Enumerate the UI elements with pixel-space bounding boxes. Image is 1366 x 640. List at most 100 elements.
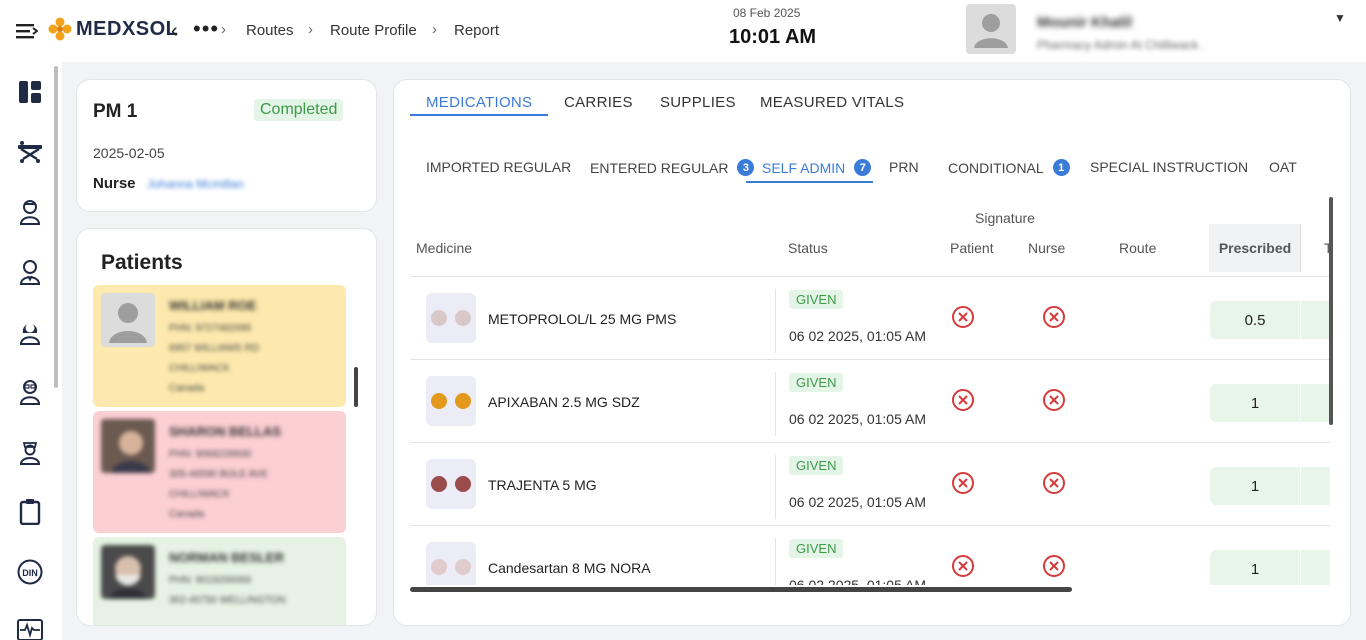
pill-icon xyxy=(431,393,447,409)
patients-card: Patients WILLIAM ROE PHN: 9727482095 695… xyxy=(76,228,377,626)
status-header: Status xyxy=(788,240,828,256)
svg-text:DIN: DIN xyxy=(22,568,38,578)
patient-country: Canada xyxy=(169,383,205,394)
brand-name: MEDXSOL xyxy=(76,17,179,40)
medications-panel: MEDICATIONS CARRIES SUPPLIES MEASURED VI… xyxy=(393,79,1351,626)
patients-scrollbar[interactable] xyxy=(354,367,358,407)
dashboard-icon[interactable] xyxy=(16,78,44,106)
subtab-imported-regular[interactable]: IMPORTED REGULAR xyxy=(426,159,571,175)
subtab-oat[interactable]: OAT xyxy=(1269,159,1297,175)
breadcrumb-separator: › xyxy=(308,21,313,38)
tab-medications[interactable]: MEDICATIONS xyxy=(426,94,532,111)
status-badge: Completed xyxy=(254,99,344,121)
pharmacist-icon[interactable] xyxy=(16,378,44,406)
subtab-conditional[interactable]: CONDITIONAL 1 xyxy=(948,159,1070,176)
din-icon[interactable]: DIN xyxy=(16,558,44,586)
user-avatar[interactable] xyxy=(966,4,1016,54)
patient-unsigned-icon xyxy=(952,306,974,328)
pill-image xyxy=(426,376,476,426)
subtab-label: IMPORTED REGULAR xyxy=(426,159,572,175)
cell-divider xyxy=(775,372,776,436)
table-row[interactable]: APIXABAN 2.5 MG SDZ GIVEN 06 02 2025, 01… xyxy=(410,360,1330,443)
breadcrumb-separator: › xyxy=(221,21,226,38)
tab-carries[interactable]: CARRIES xyxy=(564,94,633,111)
medicine-name: Candesartan 8 MG NORA xyxy=(488,560,651,576)
subtab-label: CONDITIONAL xyxy=(948,159,1044,176)
active-tab-indicator xyxy=(410,114,548,116)
pill-icon xyxy=(455,310,471,326)
status-given-badge: GIVEN xyxy=(789,456,844,475)
patient-name: SHARON BELLAS xyxy=(169,424,281,439)
patient-country: Canada xyxy=(169,509,205,520)
table-row[interactable]: TRAJENTA 5 MG GIVEN 06 02 2025, 01:05 AM… xyxy=(410,443,1330,526)
subtab-label: PRN xyxy=(889,159,919,175)
count-badge: 1 xyxy=(1052,159,1070,176)
breadcrumb-route-profile[interactable]: Route Profile xyxy=(330,22,417,39)
back-chevron-icon[interactable]: ‹ xyxy=(171,20,178,43)
patient-card[interactable]: SHARON BELLAS PHN: 9068229930 305-46590 … xyxy=(93,411,346,533)
patient-name: WILLIAM ROE xyxy=(169,298,257,313)
patient-name: NORMAN BESLER xyxy=(169,550,284,565)
patient-phn: PHN: 9727482095 xyxy=(169,323,252,334)
next-column-cell xyxy=(1301,384,1330,422)
current-time: 10:01 AM xyxy=(729,26,817,48)
table-row[interactable]: METOPROLOL/L 25 MG PMS GIVEN 06 02 2025,… xyxy=(410,277,1330,360)
top-bar: MEDXSOL ‹ ••• › Routes › Route Profile ›… xyxy=(0,0,1366,62)
breadcrumb-routes[interactable]: Routes xyxy=(246,22,294,39)
subtab-special-instruction[interactable]: SPECIAL INSTRUCTION xyxy=(1090,159,1248,175)
patient-unsigned-icon xyxy=(952,555,974,577)
count-badge: 3 xyxy=(737,159,755,176)
pill-image xyxy=(426,293,476,343)
patient-card[interactable]: NORMAN BESLER PHN: 9019200066 302-45750 … xyxy=(93,537,346,625)
vitals-monitor-icon[interactable] xyxy=(16,616,44,640)
breadcrumb-separator: › xyxy=(432,21,437,38)
prescribed-value: 0.5 xyxy=(1210,301,1300,339)
subtab-label: SPECIAL INSTRUCTION xyxy=(1090,159,1249,175)
user-icon[interactable] xyxy=(16,258,44,286)
doctor-icon[interactable] xyxy=(16,198,44,226)
patient-avatar xyxy=(101,293,155,347)
clipboard-icon[interactable] xyxy=(16,498,44,526)
status-given-badge: GIVEN xyxy=(789,373,844,392)
status-given-badge: GIVEN xyxy=(789,539,844,558)
subtab-entered-regular[interactable]: ENTERED REGULAR 3 xyxy=(590,159,755,176)
patient-card[interactable]: WILLIAM ROE PHN: 9727482095 6957 WILLIAM… xyxy=(93,285,346,407)
tab-measured-vitals[interactable]: MEASURED VITALS xyxy=(760,94,904,111)
next-column-cell xyxy=(1301,550,1330,588)
subtab-label: ENTERED REGULAR xyxy=(590,159,729,176)
prescribed-value: 1 xyxy=(1210,550,1300,588)
route-header: Route xyxy=(1119,240,1157,256)
medicine-header: Medicine xyxy=(416,240,473,256)
subtab-prn[interactable]: PRN xyxy=(889,159,919,175)
signature-header: Signature xyxy=(975,210,1035,226)
status-given-badge: GIVEN xyxy=(789,290,844,309)
prescribed-header-label: Prescribed xyxy=(1218,240,1292,256)
menu-toggle-icon[interactable] xyxy=(16,22,39,40)
next-column-cell xyxy=(1301,301,1330,339)
route-title: PM 1 xyxy=(93,101,138,122)
table-horizontal-scrollbar[interactable] xyxy=(410,587,1072,592)
side-nav: DIN xyxy=(0,62,62,640)
user-menu-caret-icon[interactable]: ▼ xyxy=(1334,11,1346,25)
count-badge: 7 xyxy=(854,159,872,176)
table-vertical-scrollbar[interactable] xyxy=(1329,197,1333,425)
female-user-icon[interactable] xyxy=(16,318,44,346)
tab-supplies[interactable]: SUPPLIES xyxy=(660,94,736,111)
patient-phn: PHN: 9019200066 xyxy=(169,575,252,586)
stretcher-icon[interactable] xyxy=(16,138,44,166)
breadcrumb-more-icon[interactable]: ••• xyxy=(193,16,219,42)
nurse-icon[interactable] xyxy=(16,438,44,466)
patient-address: 305-46590 BOLE AVE xyxy=(169,469,268,480)
side-nav-scrollbar[interactable] xyxy=(54,66,58,388)
pill-icon xyxy=(455,393,471,409)
given-time: 06 02 2025, 01:05 AM xyxy=(789,494,926,510)
prescribed-value: 1 xyxy=(1210,467,1300,505)
prescribed-value: 1 xyxy=(1210,384,1300,422)
nurse-unsigned-icon xyxy=(1043,472,1065,494)
pill-image xyxy=(426,459,476,509)
pill-icon xyxy=(455,559,471,575)
patient-photo xyxy=(101,545,155,599)
given-time: 06 02 2025, 01:05 AM xyxy=(789,328,926,344)
subtab-self-admin[interactable]: SELF ADMIN 7 xyxy=(762,159,872,176)
nurse-signature-header: Nurse xyxy=(1028,240,1066,256)
